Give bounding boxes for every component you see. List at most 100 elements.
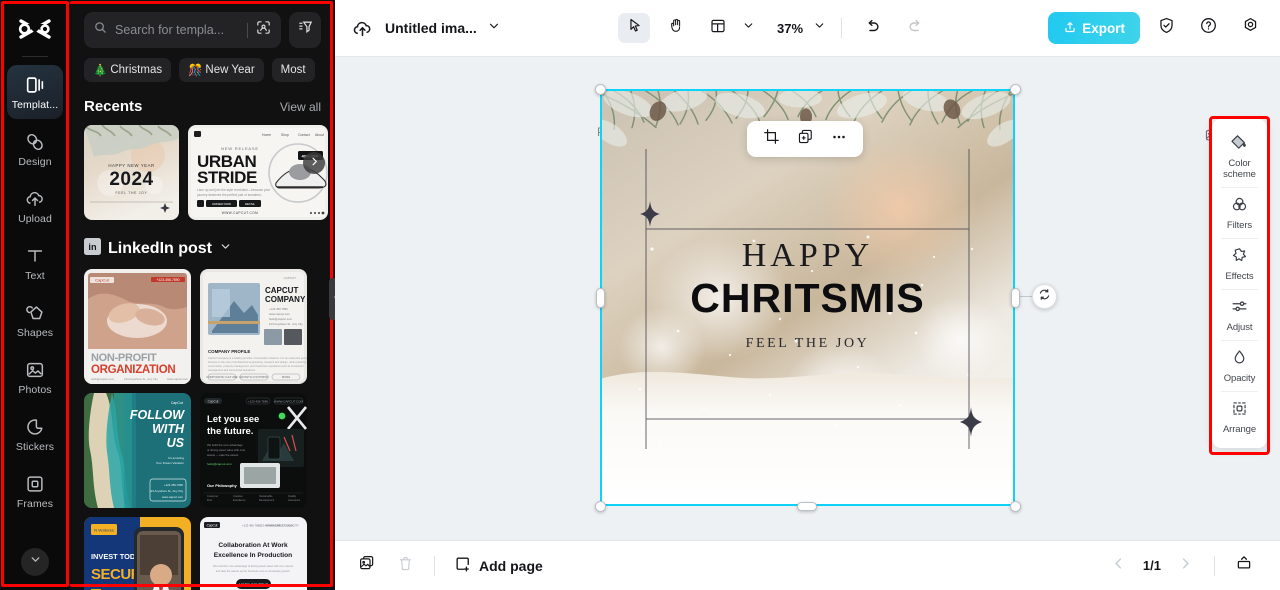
list-item[interactable]: FOLLOW WITH US It's amazing Your Dream V… <box>84 393 191 508</box>
prev-page-button[interactable] <box>1105 552 1133 580</box>
chevron-left-icon <box>332 290 335 308</box>
svg-text:N Ventures: N Ventures <box>94 528 114 533</box>
svg-text:We build the core advantage: We build the core advantage <box>207 443 243 447</box>
sidebar-item-photos[interactable]: Photos <box>7 350 63 404</box>
resize-handle-top-right[interactable] <box>1010 84 1021 95</box>
select-tool-button[interactable] <box>618 13 650 43</box>
svg-text:US: US <box>167 436 185 450</box>
svg-text:HAPPY NEW YEAR: HAPPY NEW YEAR <box>108 163 154 168</box>
resize-handle-right[interactable] <box>1011 288 1020 308</box>
svg-text:2024: 2024 <box>109 169 153 190</box>
chip-most[interactable]: Most <box>271 58 315 82</box>
list-item[interactable]: N Ventures INVEST TODAY! SECURE FUTURE <box>84 517 191 590</box>
svg-text:123 Anywhere St., Any City: 123 Anywhere St., Any City <box>269 322 303 326</box>
duplicate-button[interactable] <box>790 125 820 153</box>
sidebar-item-text[interactable]: Text <box>7 236 63 290</box>
layout-tool-button[interactable] <box>702 13 734 43</box>
list-item[interactable]: CapCut +123 456 7890 WWW.CAPCUT.COM Let … <box>200 393 307 508</box>
search-input[interactable]: Search for templa... <box>84 12 281 48</box>
chip-christmas[interactable]: 🎄 Christmas <box>84 58 172 82</box>
present-button[interactable] <box>1230 552 1258 580</box>
opacity-tool[interactable]: Opacity <box>1212 341 1267 391</box>
capcut-logo[interactable] <box>13 10 57 50</box>
cloud-upload-icon[interactable] <box>349 15 375 41</box>
sidebar-item-design[interactable]: Design <box>7 122 63 176</box>
add-page-button[interactable]: Add page <box>454 555 543 576</box>
rotate-button[interactable] <box>1032 284 1057 309</box>
filter-button[interactable] <box>289 12 321 48</box>
sidebar-item-stickers[interactable]: Stickers <box>7 407 63 461</box>
delete-page-button[interactable] <box>391 552 419 580</box>
canvas-area[interactable]: Page 1 <box>335 57 1280 540</box>
effects-tool[interactable]: Effects <box>1212 239 1267 289</box>
svg-text:Creative: Creative <box>233 494 243 498</box>
color-scheme-tool[interactable]: Color scheme <box>1212 126 1267 187</box>
duplicate-page-button[interactable] <box>353 552 381 580</box>
resize-handle-bottom-left[interactable] <box>595 501 606 512</box>
layout-chevron-down-icon[interactable] <box>742 19 755 37</box>
svg-text:DETAIL: DETAIL <box>245 202 256 206</box>
zoom-level[interactable]: 37% <box>777 21 803 36</box>
list-item[interactable]: Home Shop Contact About NEW RELEASE URBAN S… <box>188 125 328 220</box>
list-item[interactable]: CAPCUT CAPCUT COMPANY +123 456 7890 www.c… <box>200 269 307 384</box>
adjust-tool[interactable]: Adjust <box>1212 290 1267 340</box>
sidebar-item-label: Shapes <box>16 326 54 339</box>
list-item[interactable]: CapCut +123 456 7890 WWW.CAPCUT.COM 123 AN… <box>200 517 307 590</box>
list-item[interactable]: CapCut +123-456-7890 NON-PROFIT ORGANIZA… <box>84 269 191 384</box>
sidebar-item-upload[interactable]: Upload <box>7 179 63 233</box>
list-item[interactable]: HAPPY NEW YEAR 2024 FEEL THE JOY <box>84 125 179 220</box>
more-options-button[interactable] <box>824 125 854 153</box>
chevron-down-icon[interactable] <box>219 240 232 258</box>
view-all-link[interactable]: View all <box>280 100 321 114</box>
crop-button[interactable] <box>756 125 786 153</box>
title-chevron-down-icon[interactable] <box>487 19 501 38</box>
zoom-chevron-down-icon[interactable] <box>813 19 826 37</box>
sidebar-item-shapes[interactable]: Shapes <box>7 293 63 347</box>
redo-button[interactable] <box>899 13 931 43</box>
export-upload-icon <box>1063 20 1077 37</box>
next-page-button[interactable] <box>1171 552 1199 580</box>
collapse-panel-handle[interactable] <box>329 278 335 320</box>
svg-text:CAPCUT: CAPCUT <box>265 286 298 295</box>
expand-more-tools-button[interactable] <box>21 548 49 576</box>
panel-header: Search for templa... 🎄 Christmas 🎊 New Y… <box>70 0 335 82</box>
help-button[interactable] <box>1192 13 1224 43</box>
editor-main: Untitled ima... 37% Export HAPPY CHRITSM… <box>335 0 1280 590</box>
resize-handle-bottom[interactable] <box>797 502 817 511</box>
image-search-icon[interactable] <box>255 19 272 41</box>
sparkle-decoration <box>960 407 982 442</box>
svg-text:www.capcut.com: www.capcut.com <box>167 377 189 381</box>
chip-new-year[interactable]: 🎊 New Year <box>179 58 264 82</box>
svg-text:CapCut Company is a leading pr: CapCut Company is a leading provider of … <box>208 356 307 360</box>
svg-text:CAPCUT: CAPCUT <box>284 276 297 280</box>
svg-text:CapCut: CapCut <box>171 401 183 405</box>
resize-handle-top-left[interactable] <box>595 84 606 95</box>
shield-button[interactable] <box>1150 13 1182 43</box>
template-grid: CapCut +123-456-7890 NON-PROFIT ORGANIZA… <box>70 260 335 590</box>
svg-text:management and commercial oper: management and commercial operations. <box>208 368 256 372</box>
settings-button[interactable] <box>1234 13 1266 43</box>
design-title: CHRITSMIS <box>690 275 925 321</box>
cursor-arrow-icon <box>626 17 643 39</box>
export-button[interactable]: Export <box>1048 12 1140 44</box>
design-text-block[interactable]: HAPPY CHRITSMIS FEEL THE JOY <box>600 239 1015 352</box>
sidebar-item-templates[interactable]: Templat... <box>7 65 63 119</box>
present-icon <box>1235 554 1253 577</box>
search-placeholder: Search for templa... <box>115 23 225 37</box>
svg-text:First: First <box>207 498 212 502</box>
recents-next-button[interactable] <box>303 152 325 174</box>
hand-tool-button[interactable] <box>660 13 692 43</box>
sidebar-item-frames[interactable]: Frames <box>7 464 63 518</box>
svg-text:Customer: Customer <box>207 494 218 498</box>
filters-tool[interactable]: Filters <box>1212 188 1267 238</box>
arrange-icon <box>1230 399 1249 423</box>
document-title[interactable]: Untitled ima... <box>385 20 477 36</box>
arrange-tool[interactable]: Arrange <box>1212 392 1267 442</box>
undo-button[interactable] <box>857 13 889 43</box>
linkedin-post-section-header[interactable]: in LinkedIn post <box>70 238 335 260</box>
bottom-divider <box>434 555 435 576</box>
effects-star-icon <box>1230 246 1249 270</box>
resize-handle-bottom-right[interactable] <box>1010 501 1021 512</box>
resize-handle-left[interactable] <box>596 288 605 308</box>
christmas-tree-emoji: 🎄 <box>93 65 108 77</box>
